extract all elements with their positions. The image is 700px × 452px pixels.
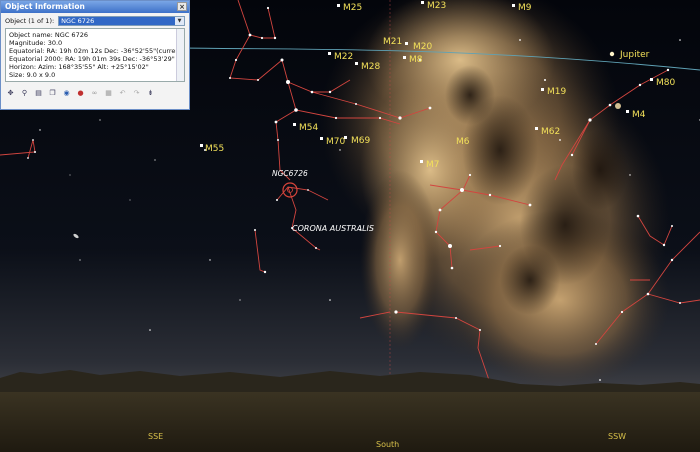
label-m8[interactable]: M8 xyxy=(409,55,423,65)
label-jupiter[interactable]: Jupiter xyxy=(619,50,650,60)
object-label: Object (1 of 1): xyxy=(5,17,55,25)
label-ngc6726[interactable]: NGC6726 xyxy=(272,169,308,178)
object-select-value: NGC 6726 xyxy=(61,17,95,25)
redo-icon[interactable]: ↷ xyxy=(132,88,141,97)
binoculars-icon[interactable]: ⚲ xyxy=(20,88,29,97)
cardinal-south: South xyxy=(376,440,399,449)
panel-titlebar[interactable]: Object Information × xyxy=(1,1,189,13)
info-line: Object name: NGC 6726 xyxy=(9,31,88,39)
chevron-down-icon[interactable]: ▼ xyxy=(175,17,184,25)
label-m23[interactable]: M23 xyxy=(427,1,446,11)
copy-icon[interactable]: ❐ xyxy=(48,88,57,97)
label-m20[interactable]: M20 xyxy=(413,42,432,52)
label-m69[interactable]: M69 xyxy=(351,136,370,146)
object-row: Object (1 of 1): NGC 6726 ▼ xyxy=(1,13,189,28)
label-m21[interactable]: M21 xyxy=(383,37,402,47)
object-select[interactable]: NGC 6726 ▼ xyxy=(58,16,185,26)
jupiter-dot[interactable] xyxy=(609,51,615,57)
info-line: Horizon: Azim: 168°35'55" Alt: +25°15'02… xyxy=(9,63,149,71)
grid-icon[interactable]: ▦ xyxy=(104,88,113,97)
label-m25[interactable]: M25 xyxy=(343,3,362,13)
info-line: Size: 9.0 x 9.0 xyxy=(9,71,56,79)
info-scrollbar[interactable] xyxy=(176,29,184,81)
object-info-text[interactable]: Object name: NGC 6726 Magnitude: 30.0 Eq… xyxy=(5,28,185,82)
label-corona-australis: CORONA AUSTRALIS xyxy=(292,224,374,233)
info-line: Equatorial 2000: RA: 19h 01m 39s Dec: -3… xyxy=(9,55,175,63)
close-button[interactable]: × xyxy=(177,2,187,11)
panel-toolbar: ✥ ⚲ ▤ ❐ ◉ ● ∞ ▦ ↶ ↷ ⇟ xyxy=(1,82,189,97)
label-m4[interactable]: M4 xyxy=(632,110,646,120)
undo-icon[interactable]: ↶ xyxy=(118,88,127,97)
expand-icon[interactable]: ⇟ xyxy=(146,88,155,97)
link-icon[interactable]: ∞ xyxy=(90,88,99,97)
label-m62[interactable]: M62 xyxy=(541,127,560,137)
label-m54[interactable]: M54 xyxy=(299,123,318,133)
info-line: Equatorial: RA: 19h 02m 12s Dec: -36°52'… xyxy=(9,47,185,55)
web-icon[interactable]: ◉ xyxy=(62,88,71,97)
label-m9[interactable]: M9 xyxy=(518,3,532,13)
label-m55[interactable]: M55 xyxy=(205,144,224,154)
label-m22[interactable]: M22 xyxy=(334,52,353,62)
label-m6[interactable]: M6 xyxy=(456,137,470,147)
label-m19[interactable]: M19 xyxy=(547,87,566,97)
cardinal-sse: SSE xyxy=(148,432,163,441)
label-m70[interactable]: M70 xyxy=(326,137,345,147)
bright-star xyxy=(615,103,621,109)
label-m7[interactable]: M7 xyxy=(426,160,440,170)
panel-title: Object Information xyxy=(5,2,85,11)
image-icon[interactable]: ● xyxy=(76,88,85,97)
cardinal-ssw: SSW xyxy=(608,432,626,441)
label-m28[interactable]: M28 xyxy=(361,62,380,72)
label-m80[interactable]: M80 xyxy=(656,78,675,88)
print-icon[interactable]: ▤ xyxy=(34,88,43,97)
move-icon[interactable]: ✥ xyxy=(6,88,15,97)
info-line: Magnitude: 30.0 xyxy=(9,39,63,47)
object-information-panel[interactable]: Object Information × Object (1 of 1): NG… xyxy=(0,0,190,110)
